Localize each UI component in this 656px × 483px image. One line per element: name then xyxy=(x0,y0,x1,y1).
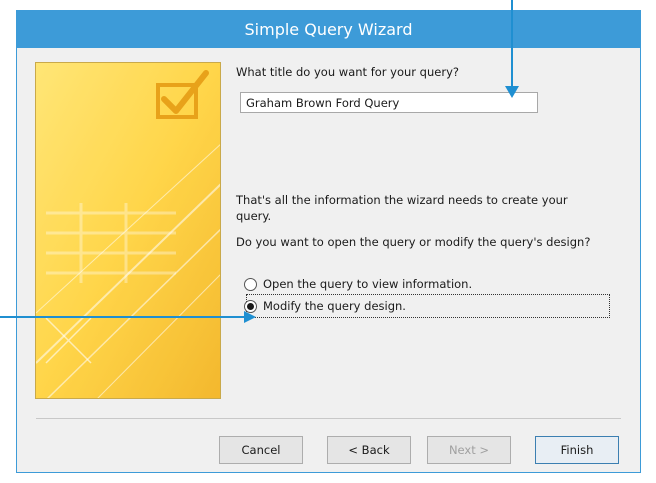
open-or-modify-question: Do you want to open the query or modify … xyxy=(236,235,591,249)
open-query-label: Open the query to view information. xyxy=(263,277,473,291)
dialog-title: Simple Query Wizard xyxy=(244,20,413,39)
query-title-input[interactable] xyxy=(240,92,538,113)
wizard-illustration xyxy=(35,62,221,399)
finish-button[interactable]: Finish xyxy=(535,436,619,464)
back-button[interactable]: < Back xyxy=(327,436,411,464)
wizard-art-graphic xyxy=(36,63,220,398)
title-prompt-label: What title do you want for your query? xyxy=(236,65,459,79)
button-separator xyxy=(36,418,621,419)
dialog-titlebar: Simple Query Wizard xyxy=(17,11,640,48)
radio-icon[interactable] xyxy=(244,299,257,313)
modify-design-label: Modify the query design. xyxy=(263,299,406,313)
radio-icon[interactable] xyxy=(244,277,257,291)
info-text-line1: That's all the information the wizard ne… xyxy=(236,193,568,207)
info-text-line2: query. xyxy=(236,209,272,223)
open-query-option[interactable]: Open the query to view information. xyxy=(244,277,472,291)
radio-selected-dot xyxy=(247,302,254,310)
next-button[interactable]: Next > xyxy=(427,436,511,464)
cancel-button[interactable]: Cancel xyxy=(219,436,303,464)
modify-design-option[interactable]: Modify the query design. xyxy=(244,299,406,313)
